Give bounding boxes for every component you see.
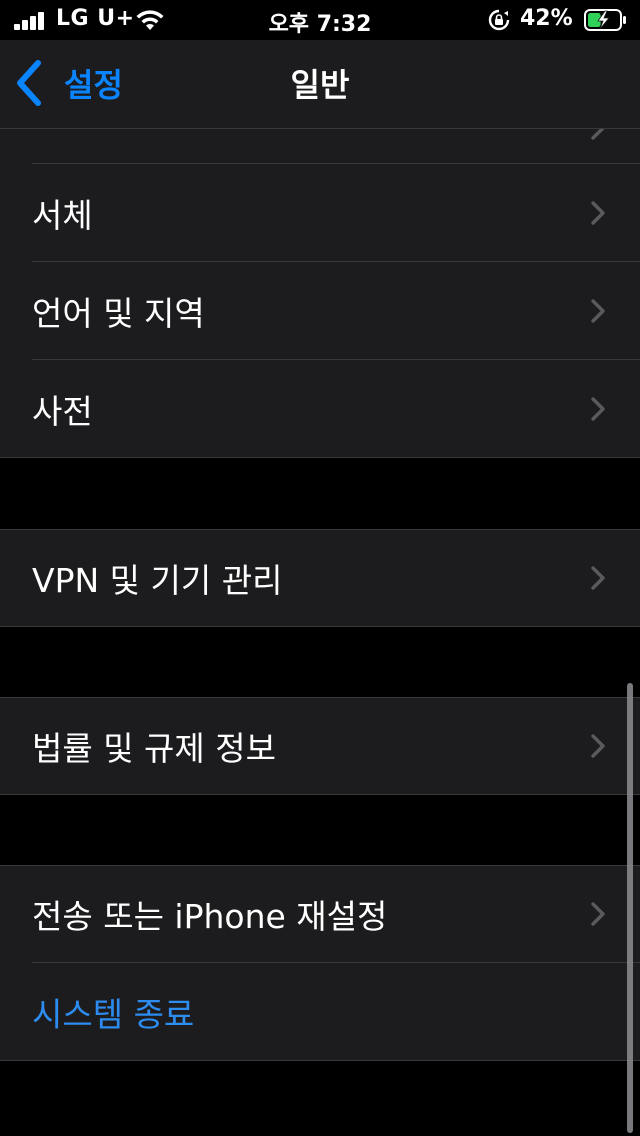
shut-down-label: 시스템 종료 xyxy=(32,995,195,1034)
chevron-right-icon xyxy=(591,734,605,758)
list-item-label: 서체 xyxy=(32,196,93,235)
list-item-label: 전송 또는 iPhone 재설정 xyxy=(32,897,388,936)
chevron-right-icon xyxy=(591,201,605,225)
settings-group-language: 서체 언어 및 지역 사전 xyxy=(0,129,640,458)
group-border xyxy=(0,794,640,795)
list-item-legal-regulatory[interactable]: 법률 및 규제 정보 xyxy=(0,697,640,795)
list-item-label: 법률 및 규제 정보 xyxy=(32,729,276,768)
chevron-right-icon xyxy=(591,299,605,323)
chevron-right-icon xyxy=(591,129,605,140)
settings-group-vpn: VPN 및 기기 관리 xyxy=(0,529,640,627)
chevron-right-icon xyxy=(591,902,605,926)
list-item-partial[interactable] xyxy=(0,129,640,164)
group-border xyxy=(0,626,640,627)
status-bar: LG U+ 오후 7:32 42% xyxy=(0,0,640,40)
page-title: 일반 xyxy=(290,66,350,104)
chevron-right-icon xyxy=(591,566,605,590)
list-item-fonts[interactable]: 서체 xyxy=(0,164,640,262)
group-border xyxy=(0,1060,640,1061)
shut-down-button[interactable]: 시스템 종료 xyxy=(0,963,640,1061)
group-border xyxy=(0,457,640,458)
settings-group-legal: 법률 및 규제 정보 xyxy=(0,697,640,795)
rotation-lock-icon xyxy=(488,9,510,31)
list-item-transfer-reset-iphone[interactable]: 전송 또는 iPhone 재설정 xyxy=(0,865,640,963)
list-item-label: 언어 및 지역 xyxy=(32,294,205,333)
scroll-indicator[interactable] xyxy=(627,683,633,1133)
battery-percent: 42% xyxy=(520,6,573,31)
chevron-right-icon xyxy=(591,397,605,421)
list-item-dictionary[interactable]: 사전 xyxy=(0,360,640,458)
navigation-bar: 설정 일반 xyxy=(0,40,640,129)
list-item-vpn-device-management[interactable]: VPN 및 기기 관리 xyxy=(0,529,640,627)
list-item-label: 사전 xyxy=(32,392,93,431)
list-item-language-region[interactable]: 언어 및 지역 xyxy=(0,262,640,360)
settings-group-reset: 전송 또는 iPhone 재설정 시스템 종료 xyxy=(0,865,640,1061)
list-item-label: VPN 및 기기 관리 xyxy=(32,561,283,600)
battery-charging-icon xyxy=(584,9,626,31)
